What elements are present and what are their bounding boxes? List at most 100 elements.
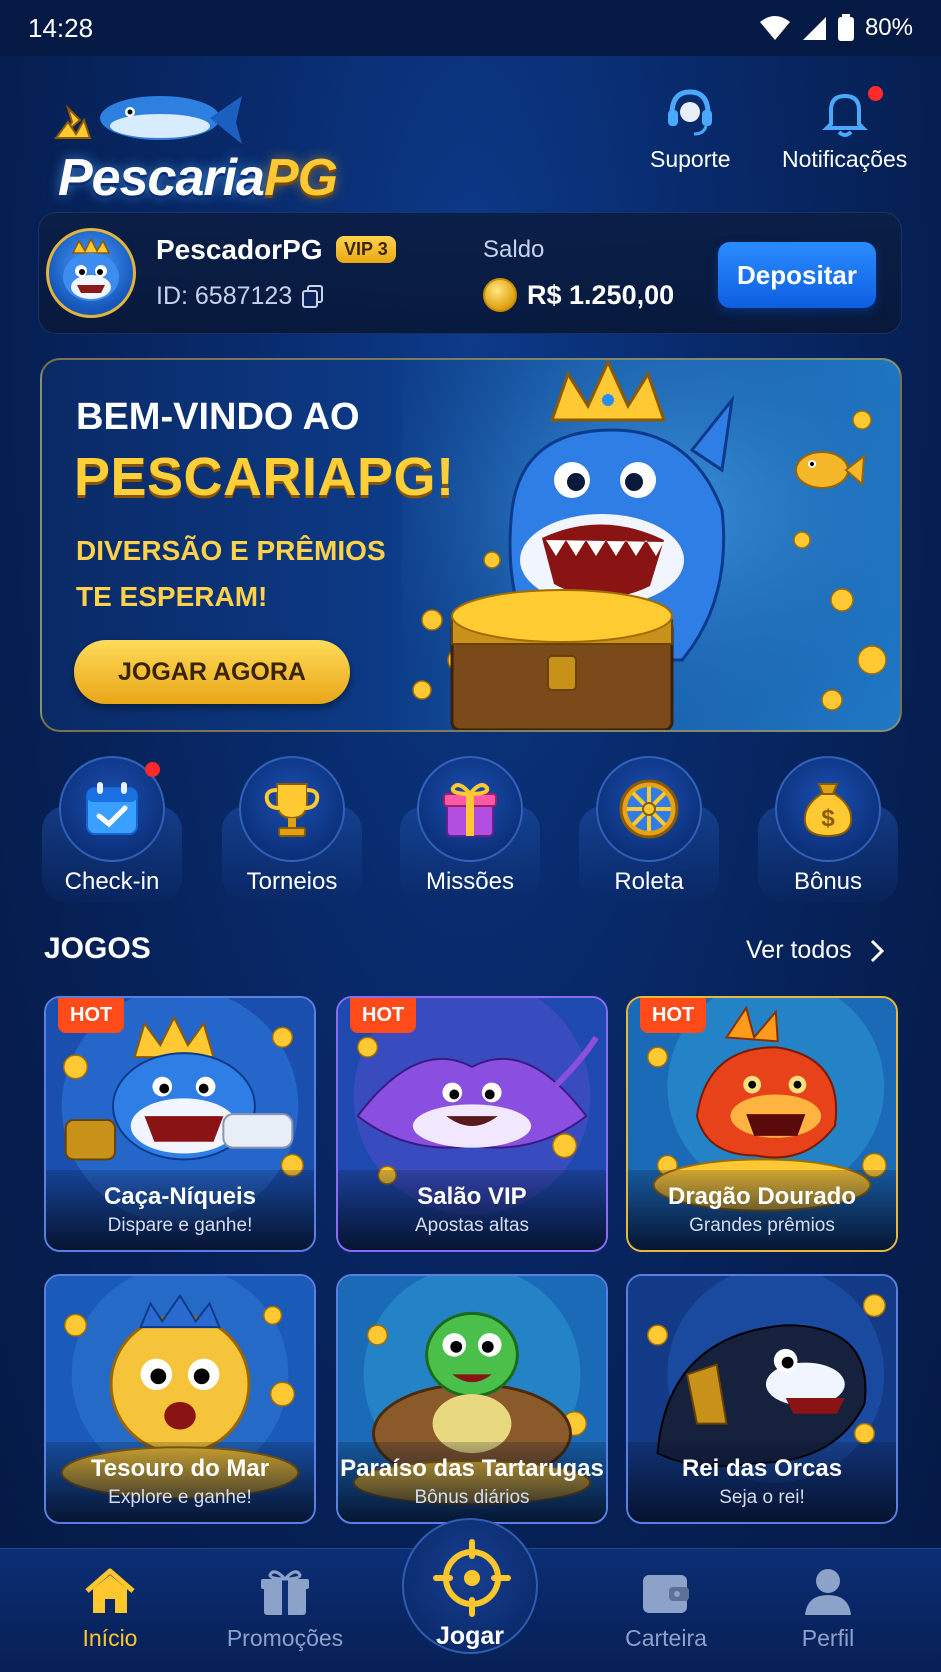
nav-promotions[interactable]: Promoções: [205, 1567, 365, 1652]
game-card-golden-dragon[interactable]: HOT Dragão Dourado Grandes prêmios: [626, 996, 898, 1252]
notifications-button[interactable]: Notificações: [782, 86, 907, 173]
banner-title-line2: PESCARIAPG!: [74, 447, 455, 507]
status-bar: 14:28 80%: [0, 0, 941, 56]
logo-fish-icon: [54, 96, 242, 144]
bell-icon: [821, 93, 868, 137]
game-card-sea-treasure[interactable]: Tesouro do Mar Explore e ganhe!: [44, 1274, 316, 1524]
shortcut-circle: [239, 756, 345, 862]
welcome-banner[interactable]: BEM-VINDO AO PESCARIAPG! DIVERSÃO E PRÊM…: [40, 358, 902, 732]
deposit-button[interactable]: Depositar: [718, 242, 876, 308]
shortcut-label: Bônus: [793, 868, 863, 895]
game-caption: Caça-Níqueis Dispare e ganhe!: [46, 1170, 314, 1250]
trophy-icon: [264, 783, 320, 837]
shortcut-circle: [59, 756, 165, 862]
game-title: Dragão Dourado: [667, 1183, 856, 1210]
game-card-slots[interactable]: HOT Caça-Níqueis Dispare e ganhe!: [44, 996, 316, 1252]
shortcut-tournaments[interactable]: Torneios: [222, 756, 362, 902]
nav-profile[interactable]: Perfil: [748, 1567, 908, 1652]
game-card-vip-room[interactable]: HOT Salão VIP Apostas altas: [336, 996, 608, 1252]
user-id: ID: 6587123: [156, 282, 324, 311]
game-caption: Salão VIP Apostas altas: [338, 1170, 606, 1250]
nav-wallet-label: Carteira: [625, 1625, 707, 1651]
shortcut-circle: [596, 756, 702, 862]
notification-dot: [868, 86, 883, 101]
game-subtitle: Dispare e ganhe!: [107, 1215, 253, 1236]
logo-text-white: Pescaria: [58, 149, 265, 207]
nav-home-label: Início: [82, 1625, 138, 1651]
gift-icon: [261, 1570, 309, 1615]
see-all-link[interactable]: Ver todos: [746, 936, 884, 965]
game-caption: Dragão Dourado Grandes prêmios: [628, 1170, 896, 1250]
game-subtitle: Bônus diários: [414, 1487, 530, 1508]
nav-play-label: Jogar: [435, 1622, 505, 1650]
game-caption: Paraíso das Tartarugas Bônus diários: [338, 1442, 606, 1522]
game-caption: Tesouro do Mar Explore e ganhe!: [46, 1442, 314, 1522]
shortcut-roulette[interactable]: Roleta: [579, 756, 719, 902]
game-title: Tesouro do Mar: [90, 1455, 270, 1482]
balance-value: R$ 1.250,00: [527, 279, 675, 310]
game-caption: Rei das Orcas Seja o rei!: [628, 1442, 896, 1522]
shortcut-check-in[interactable]: Check-in: [42, 756, 182, 902]
games-section-title: JOGOS: [44, 932, 151, 965]
home-icon: [85, 1568, 135, 1613]
shark-avatar-icon: [63, 237, 119, 301]
see-all-label: Ver todos: [746, 936, 852, 964]
shark-treasure-illustration: [402, 360, 900, 730]
balance-label: Saldo: [483, 236, 545, 263]
user-icon: [805, 1569, 851, 1615]
battery-icon: [837, 14, 854, 41]
support-button[interactable]: Suporte: [650, 86, 731, 173]
shortcut-circle: $: [775, 756, 881, 862]
shortcut-missions[interactable]: Missões: [400, 756, 540, 902]
status-icons: 80%: [759, 14, 913, 42]
game-title: Caça-Níqueis: [103, 1183, 257, 1210]
nav-wallet[interactable]: Carteira: [586, 1567, 746, 1652]
hot-badge: HOT: [640, 998, 707, 1033]
banner-subtitle: DIVERSÃO E PRÊMIOS TE ESPERAM!: [76, 535, 386, 612]
logo-text: PescariaPG: [58, 148, 338, 208]
checkin-dot: [145, 762, 160, 777]
app-header: PescariaPG Suporte Notificações: [0, 56, 941, 207]
game-title: Rei das Orcas: [681, 1455, 843, 1482]
calendar-check-icon: [86, 782, 138, 835]
hot-badge: HOT: [350, 998, 417, 1033]
gift-icon: [443, 783, 497, 837]
app-logo[interactable]: PescariaPG: [40, 78, 400, 207]
signal-icon: [802, 17, 826, 40]
play-now-button[interactable]: JOGAR AGORA: [74, 640, 350, 704]
shortcut-label: Torneios: [246, 868, 338, 895]
wifi-icon: [759, 16, 790, 40]
user-card: PescadorPG VIP 3 ID: 6587123 Saldo R$ 1.…: [38, 212, 902, 334]
game-card-orca-king[interactable]: Rei das Orcas Seja o rei!: [626, 1274, 898, 1524]
balance: R$ 1.250,00: [483, 278, 674, 312]
game-subtitle: Explore e ganhe!: [108, 1487, 252, 1508]
vip-badge: VIP 3: [336, 236, 396, 263]
game-subtitle: Seja o rei!: [719, 1487, 805, 1508]
avatar[interactable]: [46, 228, 136, 318]
crosshair-icon: [433, 1539, 511, 1617]
nav-home[interactable]: Início: [30, 1567, 190, 1652]
logo-text-gold: PG: [263, 149, 338, 207]
support-label: Suporte: [650, 146, 731, 172]
wallet-icon: [643, 1575, 689, 1613]
coin-icon: [483, 278, 517, 312]
shortcut-circle: [417, 756, 523, 862]
user-id-text: ID: 6587123: [156, 282, 293, 310]
banner-title-line1: BEM-VINDO AO: [76, 396, 360, 438]
shortcut-label: Check-in: [64, 868, 160, 895]
username: PescadorPG: [156, 234, 323, 265]
roulette-wheel-icon: [619, 779, 679, 839]
shortcut-bonus[interactable]: $ Bônus: [758, 756, 898, 902]
shortcut-label: Missões: [425, 868, 515, 895]
headset-icon: [668, 89, 713, 136]
hot-badge: HOT: [58, 998, 125, 1033]
money-bag-icon: $: [803, 783, 853, 838]
copy-icon[interactable]: [302, 284, 324, 309]
status-time: 14:28: [28, 12, 94, 43]
game-card-turtle-paradise[interactable]: Paraíso das Tartarugas Bônus diários: [336, 1274, 608, 1524]
battery-percent: 80%: [864, 14, 913, 41]
game-subtitle: Grandes prêmios: [689, 1215, 835, 1236]
nav-profile-label: Perfil: [801, 1625, 855, 1651]
svg-text:$: $: [821, 805, 835, 832]
shortcut-label: Roleta: [614, 868, 684, 895]
